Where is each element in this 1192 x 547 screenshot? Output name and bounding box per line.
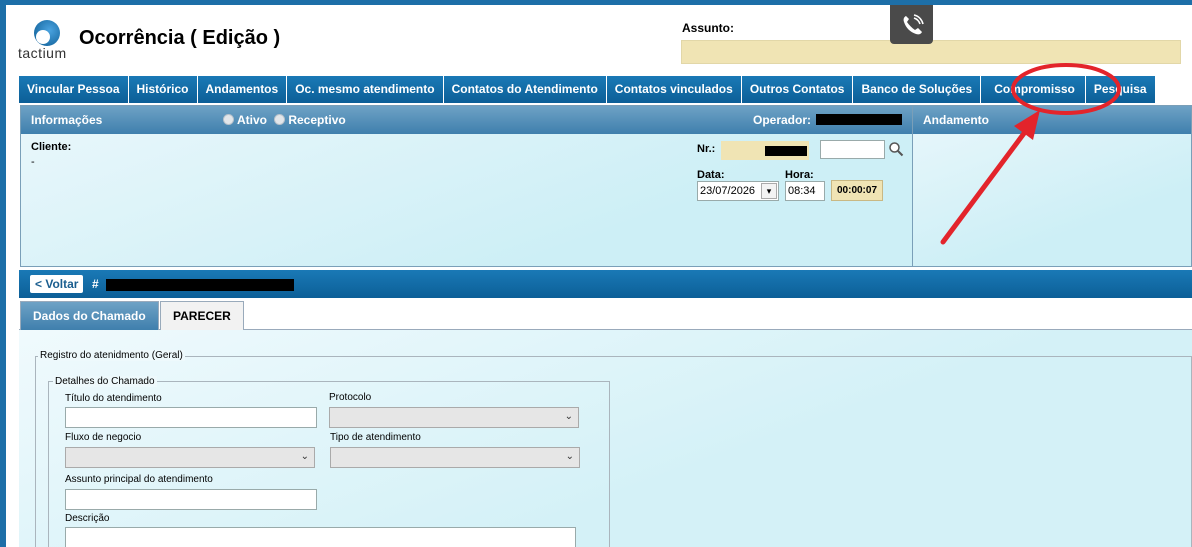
radio-receptivo-label: Receptivo: [288, 113, 346, 127]
tab-andamentos[interactable]: Andamentos: [197, 76, 288, 103]
tab-pesquisa[interactable]: Pesquisa: [1085, 76, 1156, 103]
ticket-redacted: [106, 279, 294, 291]
assunto-principal-input[interactable]: [65, 489, 317, 510]
titulo-input[interactable]: [65, 407, 317, 428]
direction-radio-group: Ativo Receptivo: [223, 106, 350, 134]
assunto-principal-label: Assunto principal do atendimento: [65, 474, 213, 485]
titulo-label: Título do atendimento: [65, 393, 162, 404]
tactium-logo: tactium: [18, 20, 78, 62]
informacoes-panel: Informações Ativo Receptivo Operador: Cl…: [20, 105, 913, 267]
form-area: Registro do atenidmento (Geral) Detalhes…: [19, 330, 1192, 547]
data-date-picker[interactable]: 23/07/2026 ▾: [697, 181, 779, 201]
nr-label: Nr.:: [697, 143, 716, 155]
radio-ativo-circle-icon: [223, 114, 234, 125]
subtabs: Dados do Chamado PARECER: [19, 298, 1192, 330]
informacoes-title: Informações: [31, 113, 103, 127]
search-icon[interactable]: [888, 141, 904, 157]
ticket-bar: < Voltar #: [19, 270, 1192, 298]
radio-ativo[interactable]: Ativo: [223, 106, 267, 134]
chevron-down-icon[interactable]: ▾: [761, 183, 777, 199]
operador-redacted: [816, 114, 903, 125]
assunto-field[interactable]: [681, 40, 1181, 64]
protocolo-select[interactable]: ⌄: [329, 407, 579, 428]
informacoes-header: Informações Ativo Receptivo Operador:: [21, 106, 912, 134]
operador-label: Operador:: [753, 113, 812, 127]
window-left-border: [0, 0, 6, 547]
hora-label: Hora:: [785, 169, 814, 181]
data-label: Data:: [697, 169, 725, 181]
descricao-textarea[interactable]: [65, 527, 576, 547]
tab-outros-contatos[interactable]: Outros Contatos: [741, 76, 854, 103]
page-title: Ocorrência ( Edição ): [79, 27, 281, 49]
tab-compromisso[interactable]: Compromisso: [981, 76, 1086, 103]
assunto-label: Assunto:: [682, 21, 734, 35]
registro-legend: Registro do atenidmento (Geral): [38, 350, 185, 361]
nr-field: [721, 141, 809, 160]
main-tabs: Vincular Pessoa Histórico Andamentos Oc.…: [19, 76, 1156, 103]
cliente-label: Cliente:: [31, 141, 72, 153]
ticket-prefix: #: [92, 277, 99, 291]
tipo-label: Tipo de atendimento: [330, 432, 421, 443]
chevron-down-icon: ⌄: [565, 451, 574, 462]
protocolo-label: Protocolo: [329, 392, 372, 403]
chevron-down-icon: ⌄: [564, 411, 573, 422]
tab-historico[interactable]: Histórico: [128, 76, 198, 103]
window-top-border: [0, 0, 1192, 5]
radio-receptivo[interactable]: Receptivo: [274, 106, 346, 134]
tab-vincular-pessoa[interactable]: Vincular Pessoa: [19, 76, 129, 103]
phone-icon: [903, 13, 924, 34]
tab-contatos-do-atendimento[interactable]: Contatos do Atendimento: [443, 76, 607, 103]
tab-dados-do-chamado[interactable]: Dados do Chamado: [20, 301, 159, 330]
tab-contatos-vinculados[interactable]: Contatos vinculados: [606, 76, 742, 103]
fluxo-select[interactable]: ⌄: [65, 447, 315, 468]
operador: Operador:: [753, 106, 903, 134]
detalhes-legend: Detalhes do Chamado: [53, 376, 157, 387]
fluxo-label: Fluxo de negocio: [65, 432, 142, 443]
descricao-label: Descrição: [65, 513, 110, 524]
tipo-select[interactable]: ⌄: [330, 447, 580, 468]
back-button[interactable]: < Voltar: [30, 275, 84, 293]
chevron-down-icon: ⌄: [300, 451, 309, 462]
tab-banco-de-solucoes[interactable]: Banco de Soluções: [853, 76, 982, 103]
andamento-title: Andamento: [923, 113, 989, 127]
data-value: 23/07/2026: [700, 185, 756, 197]
phone-call-button[interactable]: [890, 5, 933, 44]
logo-mark-icon: [34, 20, 60, 46]
logo-text: tactium: [18, 45, 67, 61]
tab-parecer[interactable]: PARECER: [160, 301, 244, 330]
elapsed-timer: 00:00:07: [831, 180, 883, 201]
tab-oc-mesmo-atendimento[interactable]: Oc. mesmo atendimento: [287, 76, 444, 103]
radio-receptivo-circle-icon: [274, 114, 286, 125]
hora-input[interactable]: 08:34: [785, 181, 825, 201]
nr-redacted: [765, 146, 807, 156]
andamento-panel: Andamento: [912, 105, 1192, 267]
cliente-value: -: [31, 156, 35, 168]
radio-ativo-label: Ativo: [237, 113, 267, 127]
andamento-header: Andamento: [913, 106, 1191, 134]
nr-search-input[interactable]: [820, 140, 885, 159]
